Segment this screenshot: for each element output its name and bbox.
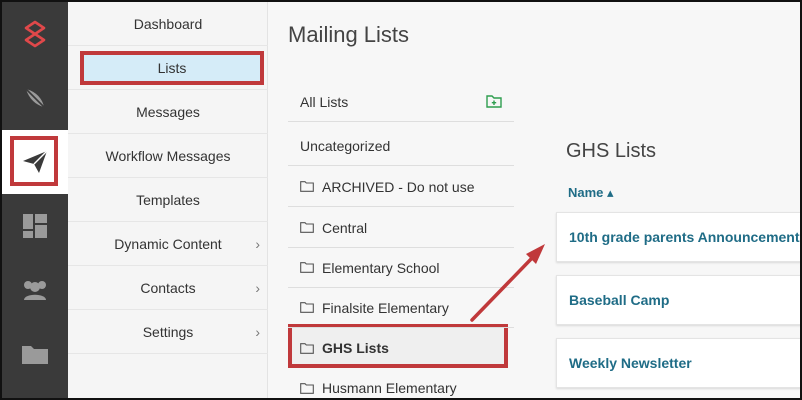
folder-item-elementary-school[interactable]: Elementary School <box>288 248 514 288</box>
folder-icon <box>22 346 48 364</box>
list-name-link[interactable]: 10th grade parents Announcement <box>569 229 800 245</box>
submenu-item-label: Dashboard <box>133 15 203 32</box>
submenu-item-workflow-messages[interactable]: Workflow Messages <box>68 134 268 178</box>
page-title: Mailing Lists <box>288 22 410 47</box>
folder-label: ARCHIVED - Do not use <box>322 178 475 195</box>
folder-item-finalsite-elementary[interactable]: Finalsite Elementary <box>288 288 514 328</box>
folder-label: Husmann Elementary <box>322 380 457 396</box>
list-name-link[interactable]: Baseball Camp <box>569 292 669 308</box>
submenu-item-label: Messages <box>136 103 200 120</box>
folder-outline-icon <box>300 181 314 192</box>
submenu-item-label: Workflow Messages <box>105 147 231 164</box>
submenu-item-label: Lists <box>157 60 187 76</box>
list-name-link[interactable]: Weekly Newsletter <box>569 355 692 371</box>
submenu-item-messages[interactable]: Messages <box>68 90 268 134</box>
main-content: Mailing Lists All Lists Uncategorized AR… <box>268 2 800 398</box>
submenu-item-label: Templates <box>136 191 200 208</box>
rail-item-files[interactable] <box>2 322 68 386</box>
chevron-right-icon: › <box>255 280 260 296</box>
messaging-submenu: Dashboard Lists Messages Workflow Messag… <box>68 2 268 398</box>
submenu-item-dashboard[interactable]: Dashboard <box>68 2 268 46</box>
folder-outline-icon <box>300 302 314 313</box>
submenu-item-label: Contacts <box>140 279 196 296</box>
folder-item-central[interactable]: Central <box>288 208 514 248</box>
submenu-item-lists[interactable]: Lists <box>68 46 268 90</box>
folder-outline-icon <box>300 222 314 233</box>
submenu-item-dynamic-content[interactable]: Dynamic Content › <box>68 222 268 266</box>
folder-label: Elementary School <box>322 259 440 276</box>
name-column-header[interactable]: Name ▴ <box>568 185 614 201</box>
rail-item-design[interactable] <box>2 66 68 130</box>
folder-item-husmann-elementary[interactable]: Husmann Elementary <box>288 368 514 398</box>
icon-rail <box>2 2 68 398</box>
brand-logo-button[interactable] <box>2 2 68 66</box>
list-row[interactable]: Baseball Camp <box>556 275 800 325</box>
feather-icon <box>25 88 45 108</box>
chevron-right-icon: › <box>255 324 260 340</box>
folder-item-uncategorized[interactable]: Uncategorized <box>288 126 514 166</box>
folder-item-ghs-lists[interactable]: GHS Lists <box>288 328 514 368</box>
folder-label: All Lists <box>300 93 349 110</box>
submenu-item-settings[interactable]: Settings › <box>68 310 268 354</box>
list-row[interactable]: Weekly Newsletter <box>556 338 800 388</box>
rail-item-constituents[interactable] <box>2 258 68 322</box>
list-title: GHS Lists <box>566 140 657 162</box>
submenu-item-label: Settings <box>142 323 194 340</box>
chevron-right-icon: › <box>255 236 260 252</box>
list-row[interactable]: 10th grade parents Announcement <box>556 212 800 262</box>
dashboard-grid-icon <box>23 214 47 238</box>
folder-outline-icon <box>300 382 314 394</box>
highlight-box-rail <box>10 136 58 186</box>
brand-logo-icon <box>24 20 46 48</box>
folder-outline-icon <box>300 262 314 273</box>
highlight-box-lists: Lists <box>80 51 264 85</box>
submenu-item-label: Dynamic Content <box>114 235 222 252</box>
folder-item-archived[interactable]: ARCHIVED - Do not use <box>288 167 514 207</box>
add-folder-icon[interactable] <box>486 94 502 111</box>
people-icon <box>24 281 46 300</box>
rail-item-pages[interactable] <box>2 194 68 258</box>
folder-item-all-lists[interactable]: All Lists <box>288 82 514 122</box>
folder-label: Finalsite Elementary <box>322 299 449 316</box>
submenu-item-templates[interactable]: Templates <box>68 178 268 222</box>
folder-label: GHS Lists <box>322 340 389 356</box>
folder-label: Central <box>322 219 368 236</box>
folder-outline-icon <box>300 342 314 354</box>
app-window: Dashboard Lists Messages Workflow Messag… <box>0 0 802 400</box>
submenu-item-contacts[interactable]: Contacts › <box>68 266 268 310</box>
folder-label: Uncategorized <box>300 137 391 154</box>
